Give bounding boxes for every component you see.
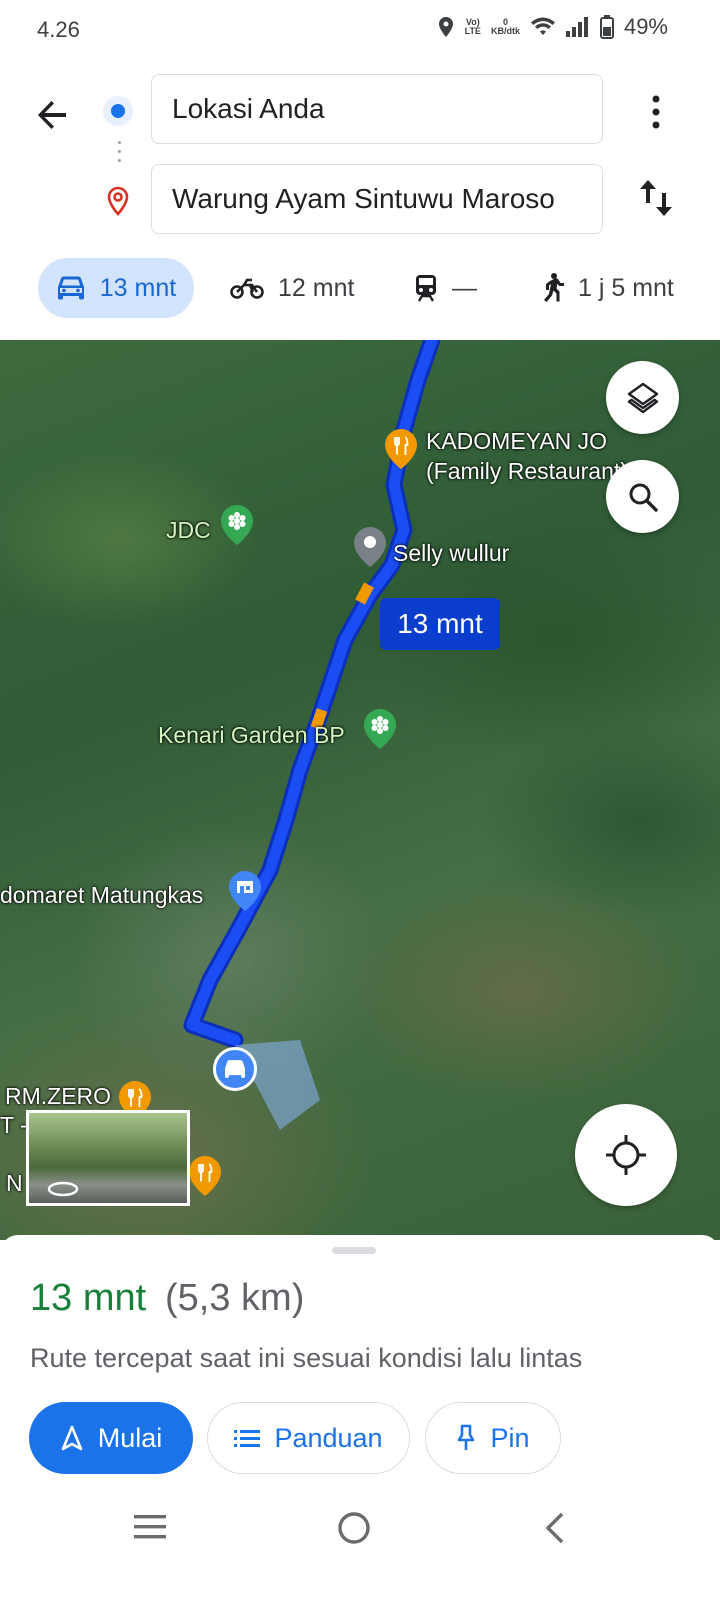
walk-icon [544, 273, 564, 302]
restaurant-icon[interactable] [384, 428, 418, 470]
sheet-drag-handle[interactable] [332, 1247, 376, 1254]
battery-percent: 49% [623, 14, 668, 39]
search-map-button[interactable] [606, 460, 679, 533]
battery-icon [599, 15, 614, 39]
place-label: domaret Matungkas [0, 882, 204, 908]
restaurant-icon[interactable] [188, 1155, 222, 1197]
start-button[interactable]: Mulai [29, 1402, 193, 1474]
street-view-360-icon [47, 1181, 79, 1197]
park-icon[interactable] [220, 504, 254, 546]
mode-transit-label: — [452, 273, 477, 302]
volte-indicator: Vo) LTE [464, 17, 481, 36]
pin-button-label: Pin [490, 1422, 530, 1453]
recent-apps-icon[interactable] [132, 1512, 168, 1542]
origin-dot-icon [103, 96, 133, 126]
park-icon[interactable] [363, 708, 397, 750]
mode-walk-label: 1 j 5 mnt [578, 273, 674, 302]
start-button-label: Mulai [97, 1422, 163, 1453]
transit-icon [416, 275, 436, 302]
layers-button[interactable] [606, 361, 679, 434]
status-bar: 4.26 Vo) LTE 0 KB/dtk 49% [0, 0, 720, 60]
route-dots [118, 141, 121, 168]
mode-car-label: 13 mnt [99, 273, 177, 302]
route-duration: 13 mnt [30, 1277, 147, 1319]
place-label: KADOMEYAN JO [426, 428, 608, 454]
recenter-button[interactable] [575, 1104, 677, 1206]
wifi-icon [530, 17, 555, 35]
place-label: RM.ZERO [5, 1083, 112, 1109]
search-icon [629, 483, 658, 512]
more-options-icon[interactable] [644, 90, 668, 134]
street-view-thumbnail[interactable] [26, 1110, 190, 1206]
mode-walk[interactable]: 1 j 5 mnt [540, 258, 674, 318]
swap-icon[interactable] [636, 176, 676, 220]
pin-icon[interactable] [353, 526, 387, 568]
directions-panel: Lokasi Anda Warung Ayam Sintuwu Maroso 1… [0, 60, 720, 340]
status-time: 4.26 [37, 17, 80, 42]
home-icon[interactable] [336, 1510, 372, 1546]
map-view[interactable]: KADOMEYAN JO (Family Restaurant) JDC Sel… [0, 340, 720, 1240]
navigation-arrow-icon [61, 1425, 83, 1451]
route-bottom-sheet: 13 mnt (5,3 km) Rute tercepat saat ini s… [0, 1235, 720, 1600]
location-icon [438, 17, 453, 37]
origin-field[interactable]: Lokasi Anda [151, 74, 603, 144]
layers-icon [627, 382, 658, 413]
destination-field[interactable]: Warung Ayam Sintuwu Maroso [151, 164, 603, 234]
back-nav-icon[interactable] [540, 1510, 570, 1546]
place-label: Kenari Garden BP [158, 722, 345, 748]
signal-icon [565, 17, 588, 37]
status-icons: Vo) LTE 0 KB/dtk 49% [437, 14, 668, 40]
mode-transit[interactable]: — [414, 258, 477, 318]
shop-icon[interactable] [228, 870, 262, 912]
mode-car[interactable]: 13 mnt [38, 258, 194, 318]
place-label: T - [0, 1112, 28, 1138]
destination-pin-icon [107, 186, 129, 216]
place-label: N [6, 1170, 23, 1196]
pushpin-icon [458, 1424, 475, 1450]
guide-button[interactable]: Panduan [207, 1402, 410, 1474]
current-location-car-icon [213, 1047, 257, 1091]
place-label: JDC [166, 517, 211, 543]
back-arrow-icon[interactable] [30, 93, 74, 137]
mode-motorcycle[interactable]: 12 mnt [230, 258, 354, 318]
mode-motorcycle-label: 12 mnt [278, 273, 355, 302]
route-description: Rute tercepat saat ini sesuai kondisi la… [30, 1343, 583, 1373]
place-label: (Family Restaurant) [426, 458, 628, 484]
motorcycle-icon [230, 278, 264, 299]
route-distance: (5,3 km) [165, 1277, 305, 1319]
guide-button-label: Panduan [274, 1422, 383, 1453]
list-icon [234, 1430, 261, 1447]
place-label: Selly wullur [393, 540, 510, 566]
my-location-icon [606, 1135, 646, 1175]
pin-button[interactable]: Pin [425, 1402, 561, 1474]
car-icon [57, 276, 84, 300]
system-navigation-bar [0, 1490, 720, 1570]
travel-modes: 13 mnt 12 mnt — 1 j 5 mnt [0, 258, 720, 320]
route-eta-badge[interactable]: 13 mnt [380, 598, 500, 650]
network-speed: 0 KB/dtk [490, 17, 520, 36]
